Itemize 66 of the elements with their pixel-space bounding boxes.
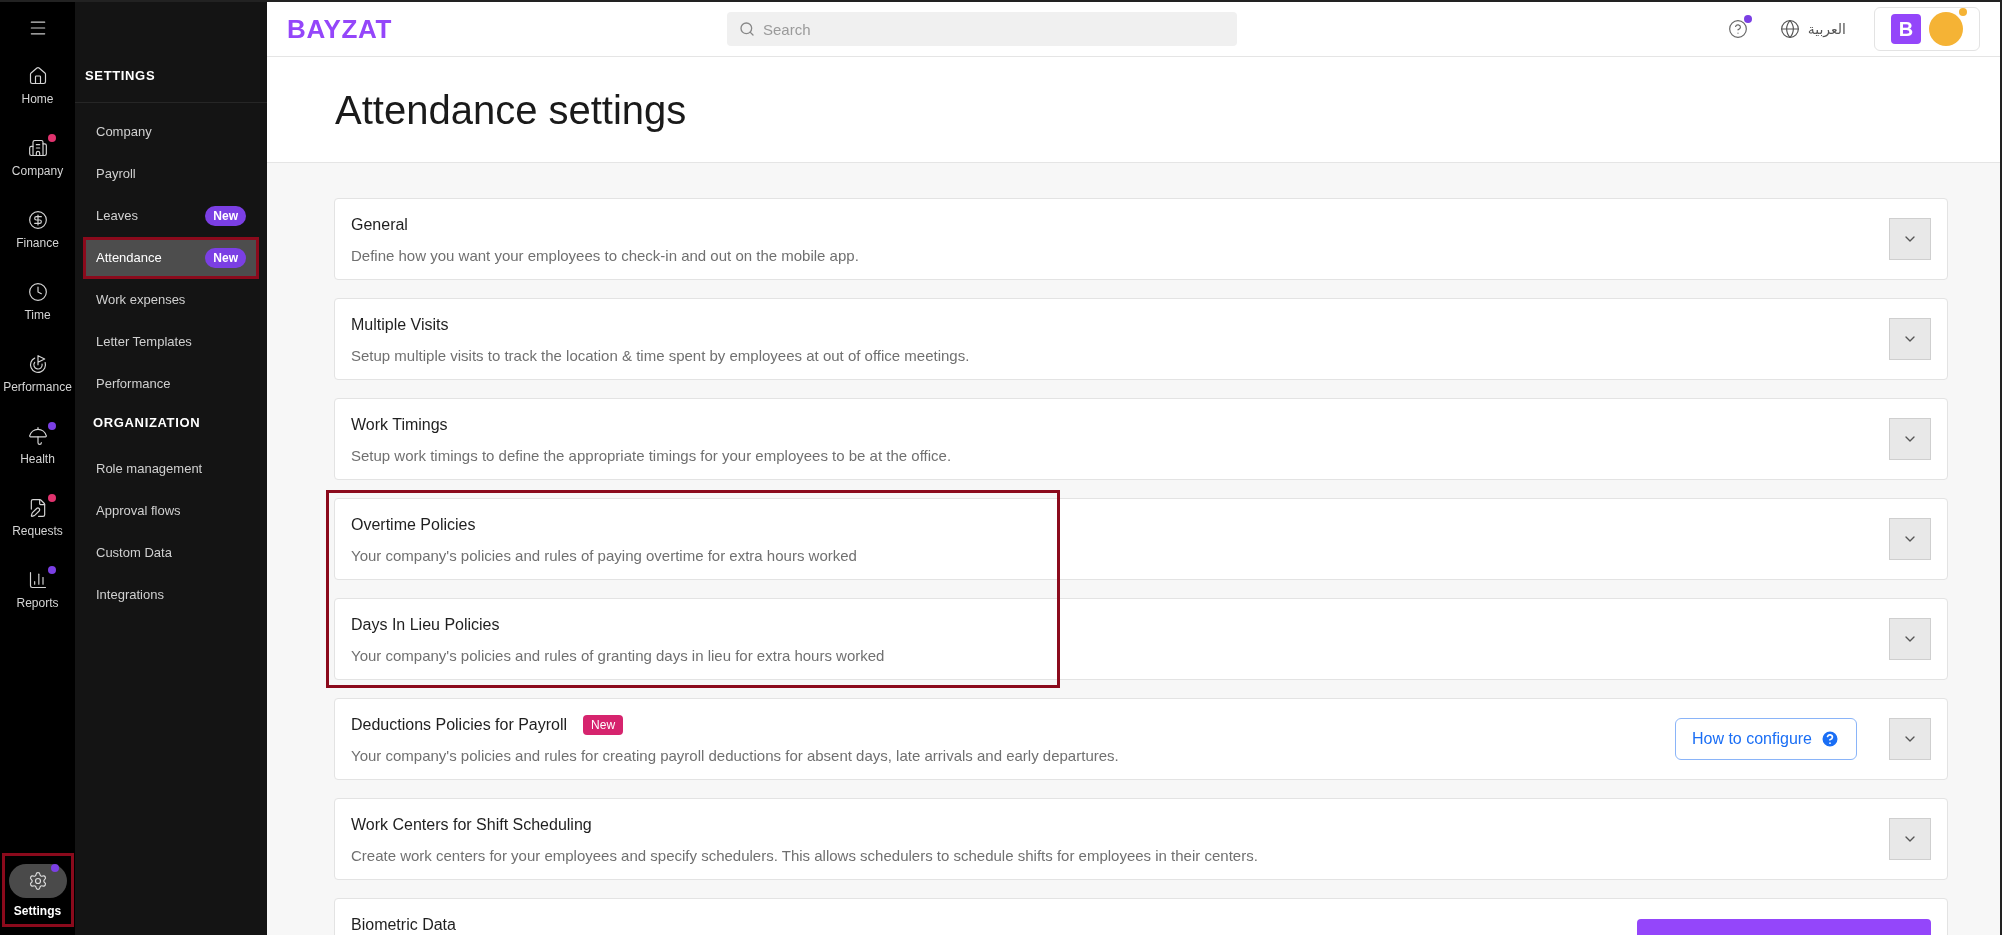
company-logo: B (1891, 14, 1921, 44)
card-description: Setup work timings to define the appropriate timings for your employees to be at the office. (351, 446, 953, 466)
rail-item[interactable]: Health (0, 422, 75, 472)
card-description: Create work centers for your employees and specify schedulers. This allows schedulers to schedule shifts for employees in their centers. (351, 846, 1259, 866)
card-description: Your company's policies and rules of paying overtime for extra hours worked (351, 546, 858, 566)
expand-button[interactable] (1889, 818, 1931, 860)
rail-item[interactable]: Home (0, 62, 75, 112)
new-badge: New (205, 205, 246, 226)
building-icon (27, 138, 48, 158)
submenu-item[interactable]: Payroll (83, 152, 259, 195)
settings-rail-item[interactable]: Settings (1, 853, 74, 927)
card-description: Your company's policies and rules for creating payroll deductions for absent days, late arrivals and early departures. (351, 746, 1120, 766)
rail-item[interactable]: Reports (0, 566, 75, 616)
new-badge: New (583, 715, 624, 735)
card-title: Work Timings (351, 415, 448, 435)
rail-item[interactable]: Time (0, 278, 75, 328)
avatar (1929, 12, 1963, 46)
account-switcher[interactable]: B (1874, 7, 1980, 51)
card-description: Setup multiple visits to track the location & time spent by employees at out of office meetings. (351, 346, 971, 366)
card-title: Multiple Visits (351, 315, 449, 335)
submenu-item[interactable]: Approval flows (83, 490, 259, 532)
language-link[interactable]: العربية (1807, 18, 1846, 40)
card-title: General (351, 215, 408, 235)
card-title: Overtime Policies (351, 515, 476, 535)
how-to-configure-button[interactable]: How to configure (1674, 718, 1857, 760)
search-field[interactable]: Search (727, 12, 1237, 46)
target-icon (27, 354, 48, 374)
submenu-item[interactable]: Leaves New (83, 194, 259, 237)
page-title: Attendance settings (335, 86, 687, 134)
rail-item[interactable]: Performance (0, 350, 75, 400)
bar-chart-icon (27, 570, 48, 590)
clock-icon (27, 282, 48, 302)
card-title: Work Centers for Shift Scheduling (351, 815, 592, 835)
globe-icon[interactable] (1779, 19, 1800, 39)
expand-button[interactable] (1889, 518, 1931, 560)
expand-button[interactable] (1889, 218, 1931, 260)
search-icon (739, 21, 755, 37)
card-description: Define how you want your employees to check-in and out on the mobile app. (351, 246, 860, 266)
submenu-item[interactable]: Letter Templates (83, 320, 259, 363)
bayzat-logo[interactable]: BAYZAT (287, 9, 727, 49)
rail-item[interactable]: Requests (0, 494, 75, 544)
help-icon[interactable] (1727, 19, 1748, 39)
submenu-item[interactable]: Custom Data (83, 532, 259, 574)
expand-button[interactable] (1889, 718, 1931, 760)
card-description: Your company's policies and rules of granting days in lieu for extra hours worked (351, 646, 886, 666)
submenu-item[interactable]: Integrations (83, 574, 259, 616)
home-icon (27, 66, 48, 86)
rail-item[interactable]: Finance (0, 206, 75, 256)
settings-icon (27, 871, 48, 891)
card-title: Deductions Policies for Payroll (351, 715, 568, 735)
new-badge: New (205, 247, 246, 268)
expand-button[interactable] (1889, 318, 1931, 360)
expand-button[interactable] (1889, 618, 1931, 660)
submenu-item[interactable]: Company (83, 110, 259, 153)
umbrella-icon (27, 426, 48, 446)
dollar-coin-icon (27, 210, 48, 230)
card-title: Biometric Data (351, 915, 456, 935)
submenu-item[interactable]: Role management (83, 448, 259, 490)
section-heading: ORGANIZATION (92, 413, 202, 432)
rail-item[interactable]: Company (0, 134, 75, 184)
card-title: Days In Lieu Policies (351, 615, 500, 635)
submenu-item[interactable]: Performance (83, 362, 259, 405)
submenu-item[interactable]: Attendance New (83, 236, 259, 279)
expand-button[interactable] (1889, 418, 1931, 460)
help-icon (1820, 729, 1840, 749)
submenu-item[interactable]: Work expenses (83, 278, 259, 321)
